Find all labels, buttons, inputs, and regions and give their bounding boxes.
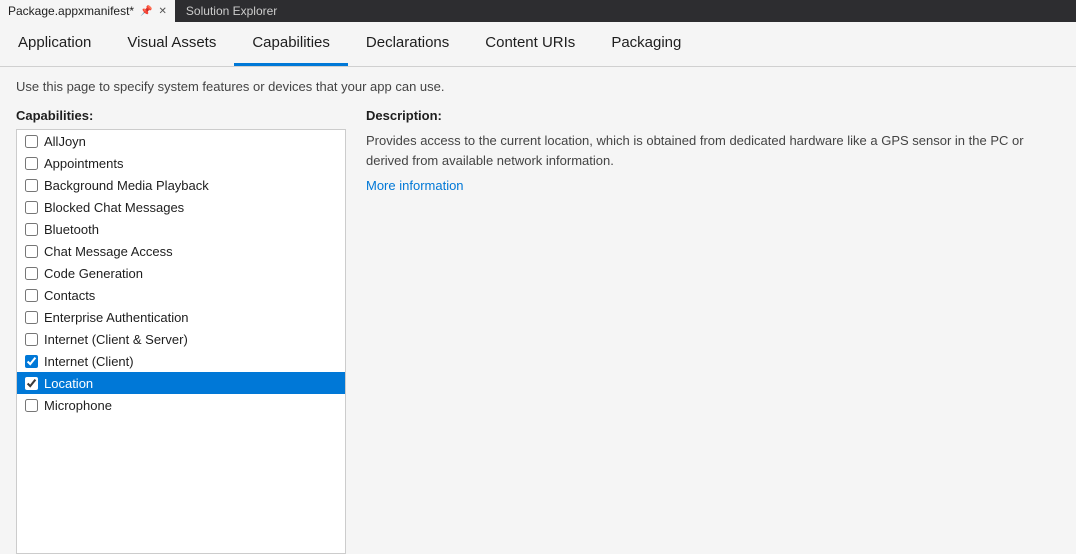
description-label: Description: xyxy=(366,108,1040,123)
checkbox-background-media[interactable] xyxy=(25,179,38,192)
capability-alljoyn-label: AllJoyn xyxy=(44,134,86,149)
nav-tabs: Application Visual Assets Capabilities D… xyxy=(0,22,1076,67)
tab-declarations[interactable]: Declarations xyxy=(348,22,467,66)
capability-blocked-chat-label: Blocked Chat Messages xyxy=(44,200,184,215)
tab-packaging[interactable]: Packaging xyxy=(593,22,699,66)
capability-appointments[interactable]: Appointments xyxy=(17,152,345,174)
capability-location-label: Location xyxy=(44,376,93,391)
capability-background-media-label: Background Media Playback xyxy=(44,178,209,193)
capability-chat-message-label: Chat Message Access xyxy=(44,244,173,259)
checkbox-enterprise-auth[interactable] xyxy=(25,311,38,324)
capabilities-panel: Capabilities: AllJoyn Appointments Backg… xyxy=(16,108,346,554)
checkbox-internet-client[interactable] xyxy=(25,355,38,368)
checkbox-bluetooth[interactable] xyxy=(25,223,38,236)
capability-microphone-label: Microphone xyxy=(44,398,112,413)
capability-code-generation[interactable]: Code Generation xyxy=(17,262,345,284)
capability-enterprise-auth-label: Enterprise Authentication xyxy=(44,310,189,325)
checkbox-code-generation[interactable] xyxy=(25,267,38,280)
content-area: Capabilities: AllJoyn Appointments Backg… xyxy=(16,108,1060,554)
tab-visual-assets[interactable]: Visual Assets xyxy=(109,22,234,66)
capability-background-media[interactable]: Background Media Playback xyxy=(17,174,345,196)
active-tab[interactable]: Package.appxmanifest* 📌 ✕ xyxy=(0,0,176,22)
capabilities-label: Capabilities: xyxy=(16,108,346,123)
checkbox-location[interactable] xyxy=(25,377,38,390)
capability-blocked-chat[interactable]: Blocked Chat Messages xyxy=(17,196,345,218)
tab-application[interactable]: Application xyxy=(0,22,109,66)
solution-explorer-label: Solution Explorer xyxy=(186,4,277,18)
capability-contacts-label: Contacts xyxy=(44,288,95,303)
capability-location[interactable]: Location xyxy=(17,372,345,394)
checkbox-internet-client-server[interactable] xyxy=(25,333,38,346)
checkbox-blocked-chat[interactable] xyxy=(25,201,38,214)
checkbox-contacts[interactable] xyxy=(25,289,38,302)
capability-internet-client-server[interactable]: Internet (Client & Server) xyxy=(17,328,345,350)
checkbox-alljoyn[interactable] xyxy=(25,135,38,148)
close-icon[interactable]: ✕ xyxy=(159,6,167,17)
capability-internet-client[interactable]: Internet (Client) xyxy=(17,350,345,372)
checkbox-appointments[interactable] xyxy=(25,157,38,170)
description-panel: Description: Provides access to the curr… xyxy=(346,108,1060,554)
tab-label: Package.appxmanifest* xyxy=(8,4,134,18)
tab-capabilities[interactable]: Capabilities xyxy=(234,22,348,66)
capability-appointments-label: Appointments xyxy=(44,156,124,171)
capability-microphone[interactable]: Microphone xyxy=(17,394,345,416)
capability-bluetooth[interactable]: Bluetooth xyxy=(17,218,345,240)
checkbox-chat-message[interactable] xyxy=(25,245,38,258)
checkbox-microphone[interactable] xyxy=(25,399,38,412)
pin-icon[interactable]: 📌 xyxy=(140,6,152,17)
capability-internet-client-label: Internet (Client) xyxy=(44,354,134,369)
more-info-link[interactable]: More information xyxy=(366,178,464,193)
capability-internet-client-server-label: Internet (Client & Server) xyxy=(44,332,188,347)
capability-bluetooth-label: Bluetooth xyxy=(44,222,99,237)
description-text: Provides access to the current location,… xyxy=(366,131,1040,170)
capability-enterprise-auth[interactable]: Enterprise Authentication xyxy=(17,306,345,328)
tab-content-uris[interactable]: Content URIs xyxy=(467,22,593,66)
capability-contacts[interactable]: Contacts xyxy=(17,284,345,306)
title-bar: Package.appxmanifest* 📌 ✕ Solution Explo… xyxy=(0,0,1076,22)
solution-explorer-tab[interactable]: Solution Explorer xyxy=(176,0,287,22)
capability-code-generation-label: Code Generation xyxy=(44,266,143,281)
page-description: Use this page to specify system features… xyxy=(16,79,1060,94)
capabilities-list: AllJoyn Appointments Background Media Pl… xyxy=(16,129,346,554)
capability-alljoyn[interactable]: AllJoyn xyxy=(17,130,345,152)
main-content: Use this page to specify system features… xyxy=(0,67,1076,554)
capability-chat-message[interactable]: Chat Message Access xyxy=(17,240,345,262)
